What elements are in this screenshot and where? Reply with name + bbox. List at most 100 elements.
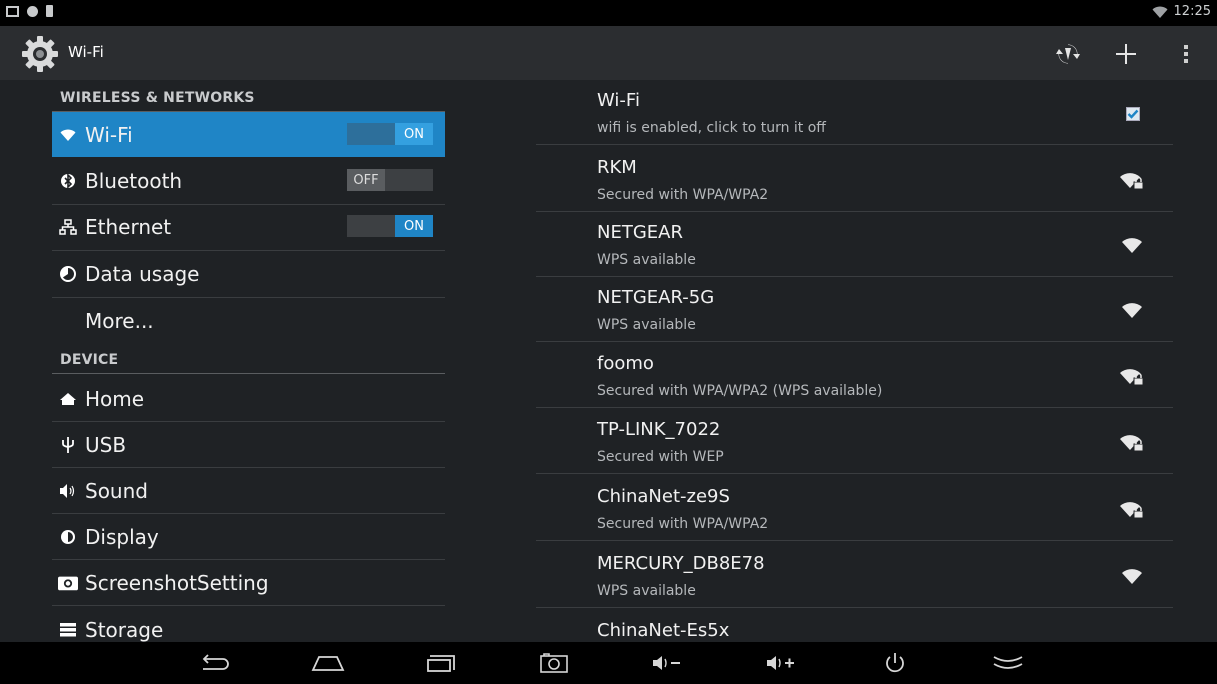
camera-icon [58,573,78,593]
network-row[interactable]: foomo Secured with WPA/WPA2 (WPS availab… [536,343,1173,408]
network-row[interactable]: NETGEAR-5G WPS available [536,277,1173,342]
usb-icon [58,435,78,455]
record-notification-icon [27,5,38,17]
bluetooth-toggle[interactable]: OFF [347,169,433,191]
volume-up-button[interactable] [764,650,798,676]
divider [52,373,445,374]
sidebar-item-display[interactable]: Display [52,514,445,559]
home-button[interactable] [310,650,346,676]
network-row[interactable]: RKM Secured with WPA/WPA2 [536,147,1173,212]
camera-nav-icon [540,653,568,673]
checkmark-icon [1127,109,1139,119]
add-network-button[interactable] [1108,36,1144,72]
network-status: WPS available [597,252,696,268]
home-nav-icon [311,656,345,671]
sidebar-item-home[interactable]: Home [52,376,445,421]
sidebar-item-usb[interactable]: USB [52,422,445,467]
network-status: Secured with WPA/WPA2 [597,516,769,532]
bluetooth-icon [58,171,78,191]
screenshot-notification-icon [6,5,19,17]
wifi-secured-signal-icon [1120,369,1144,386]
toggle-state: ON [395,123,433,145]
settings-categories-panel: WIRELESS & NETWORKS Wi-Fi ON Bluetooth O… [0,80,480,642]
wps-icon [1056,44,1080,64]
network-name: ChinaNet-Es5x [597,620,730,641]
network-status: WPS available [597,583,696,599]
wifi-header-title: Wi-Fi [597,90,640,111]
settings-gear-icon[interactable] [20,34,60,74]
network-name: NETGEAR [597,222,683,243]
sound-icon [58,481,78,501]
power-button[interactable] [880,650,910,676]
sidebar-item-label: Storage [85,618,164,642]
toggle-state: ON [395,215,433,237]
network-name: MERCURY_DB8E78 [597,553,765,574]
network-row[interactable]: TP-LINK_7022 Secured with WEP [536,409,1173,474]
screen: 12:25 Wi-Fi WIRELESS & NETWORKS Wi-Fi ON… [0,0,1217,684]
sidebar-item-label: Ethernet [85,215,172,239]
divider [536,540,1173,541]
back-button[interactable] [198,650,232,676]
network-status: WPS available [597,317,696,333]
category-header-device: DEVICE [60,352,119,368]
power-icon [886,653,904,673]
wifi-header-subtitle: wifi is enabled, click to turn it off [597,120,826,136]
network-row[interactable]: MERCURY_DB8E78 WPS available [536,543,1173,608]
sidebar-item-more[interactable]: More... [52,298,445,343]
system-icons: 12:25 [1152,4,1211,19]
network-status: Secured with WPA/WPA2 (WPS available) [597,383,883,399]
back-icon [202,654,229,670]
data-usage-icon [58,264,78,284]
network-name: ChinaNet-ze9S [597,486,730,507]
network-name: RKM [597,157,637,178]
sidebar-item-label: Sound [85,479,148,503]
sidebar-item-label: ScreenshotSetting [85,571,269,595]
navigation-bar [0,642,1217,684]
wifi-secured-signal-icon [1120,502,1144,519]
network-row[interactable]: NETGEAR WPS available [536,212,1173,277]
divider [536,144,1173,145]
network-row[interactable]: ChinaNet-ze9S Secured with WPA/WPA2 [536,476,1173,541]
wifi-networks-panel: Wi-Fi wifi is enabled, click to turn it … [536,80,1173,642]
wps-button[interactable] [1050,36,1086,72]
sidebar-item-label: Home [85,387,145,411]
page-title: Wi-Fi [68,43,104,61]
display-brightness-icon [58,527,78,547]
sidebar-item-sound[interactable]: Sound [52,468,445,513]
ethernet-icon [58,217,78,237]
home-icon [58,389,78,409]
ethernet-toggle[interactable]: ON [347,215,433,237]
chevron-double-down-icon [993,656,1023,669]
wifi-signal-icon [1122,238,1142,253]
notification-icons [6,5,53,17]
sidebar-item-wifi[interactable]: Wi-Fi ON [52,112,445,157]
toggle-state: OFF [347,169,385,191]
sidebar-item-label: Data usage [85,262,200,286]
network-status: Secured with WPA/WPA2 [597,187,769,203]
hide-navbar-button[interactable] [990,650,1026,676]
sidebar-item-bluetooth[interactable]: Bluetooth OFF [52,158,445,203]
sdcard-notification-icon [46,5,53,17]
network-name: foomo [597,353,654,374]
volume-down-button[interactable] [650,650,684,676]
more-vert-icon [1184,45,1188,63]
wifi-enabled-checkbox[interactable] [1126,107,1140,121]
network-name: NETGEAR-5G [597,287,715,308]
wifi-toggle[interactable]: ON [347,123,433,145]
wifi-icon [58,125,78,145]
sidebar-item-label: USB [85,433,127,457]
sidebar-item-data-usage[interactable]: Data usage [52,251,445,296]
screenshot-button[interactable] [538,650,570,676]
status-bar: 12:25 [0,0,1217,26]
sidebar-item-label: Display [85,525,159,549]
action-bar: Wi-Fi [0,26,1217,80]
storage-icon [58,620,78,640]
recent-apps-button[interactable] [424,650,458,676]
volume-up-icon [767,656,794,670]
wifi-toggle-row[interactable]: Wi-Fi wifi is enabled, click to turn it … [536,80,1173,145]
sidebar-item-ethernet[interactable]: Ethernet ON [52,204,445,249]
sidebar-item-screenshot-setting[interactable]: ScreenshotSetting [52,560,445,605]
divider [52,605,445,606]
overflow-menu-button[interactable] [1168,36,1204,72]
sidebar-item-label: More... [85,309,154,333]
